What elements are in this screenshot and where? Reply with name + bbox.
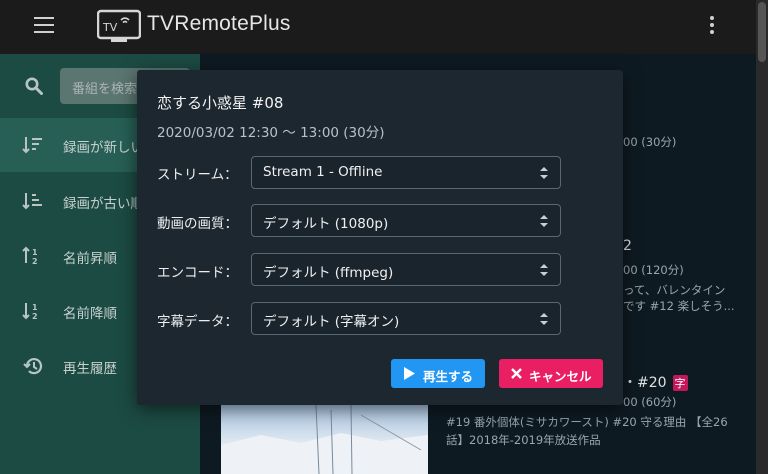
list-item-title-text: ・#20 xyxy=(623,375,667,391)
menu-icon[interactable] xyxy=(34,17,54,33)
svg-text:2: 2 xyxy=(32,312,38,321)
search-icon[interactable] xyxy=(25,77,43,95)
more-vert-icon[interactable] xyxy=(708,16,716,36)
quality-select-value: デフォルト (1080p) xyxy=(263,216,389,232)
select-arrows-icon xyxy=(540,167,548,179)
playback-settings-dialog: 恋する小惑星 #08 2020/03/02 12:30 〜 13:00 (30分… xyxy=(137,70,623,405)
quality-label: 動画の画質： xyxy=(157,216,238,232)
subtitle-select-value: デフォルト (字幕オン) xyxy=(263,314,400,330)
cancel-button-label: キャンセル xyxy=(529,369,592,384)
select-arrows-icon xyxy=(540,264,548,276)
select-arrows-icon xyxy=(540,215,548,227)
encoder-select[interactable]: デフォルト (ffmpeg) xyxy=(251,253,561,286)
scrollbar-thumb[interactable] xyxy=(758,2,766,62)
top-app-bar: TV TVRemotePlus xyxy=(0,0,768,54)
encoder-label: エンコード： xyxy=(157,265,238,281)
list-item-desc: です #12 楽しそう... xyxy=(623,299,735,313)
sort-name-desc-icon: 1 2 xyxy=(22,303,38,321)
sort-ascending-icon xyxy=(22,193,42,210)
list-item-title: 2 xyxy=(623,238,632,254)
encoder-select-value: デフォルト (ffmpeg) xyxy=(263,265,394,281)
svg-text:1: 1 xyxy=(32,248,38,257)
scrollbar[interactable] xyxy=(756,0,768,474)
sidebar-item-label: 名前昇順 xyxy=(63,251,117,267)
quality-select[interactable]: デフォルト (1080p) xyxy=(251,204,561,237)
play-button[interactable]: 再生する xyxy=(391,359,485,388)
sidebar-item-label: 再生履歴 xyxy=(63,361,117,377)
stream-select[interactable]: Stream 1 - Offline xyxy=(251,156,561,189)
dialog-broadcast-time: 2020/03/02 12:30 〜 13:00 (30分) xyxy=(157,125,385,141)
stream-label: ストリーム： xyxy=(157,167,238,183)
select-arrows-icon xyxy=(540,313,548,325)
play-button-label: 再生する xyxy=(423,369,474,384)
stream-select-value: Stream 1 - Offline xyxy=(263,164,383,180)
list-item-desc: って、バレンタイン xyxy=(623,283,726,297)
sort-name-asc-icon: 1 2 xyxy=(22,246,38,266)
subtitle-label: 字幕データ： xyxy=(157,314,238,330)
logo-badge-text: TV xyxy=(102,21,118,34)
list-item-meta: 00 (120分) xyxy=(623,263,684,277)
list-item-meta: 00 (30分) xyxy=(623,135,677,149)
list-item-desc: 話】2018年-2019年放送作品 xyxy=(446,433,601,447)
sidebar-item-label: 録画が古い順 xyxy=(63,196,144,212)
sidebar-item-label: 名前降順 xyxy=(63,306,117,322)
list-item-meta: 00 (60分) xyxy=(623,395,677,409)
svg-text:1: 1 xyxy=(32,303,38,312)
subtitle-badge: 字 xyxy=(672,375,688,391)
sort-descending-icon xyxy=(22,137,42,154)
close-icon xyxy=(511,368,522,379)
svg-text:2: 2 xyxy=(32,257,38,266)
play-icon xyxy=(404,367,415,380)
history-icon xyxy=(23,358,43,375)
thumbnail-scene xyxy=(221,405,428,474)
list-item-desc: #19 番外個体(ミサカワースト) #20 守る理由 【全26 xyxy=(446,415,728,429)
tv-logo-icon: TV xyxy=(97,9,141,42)
program-thumbnail[interactable] xyxy=(221,405,428,474)
subtitle-select[interactable]: デフォルト (字幕オン) xyxy=(251,302,561,335)
app-title: TVRemotePlus xyxy=(147,12,291,35)
dialog-title: 恋する小惑星 #08 xyxy=(157,94,284,112)
list-item-title: ・#20 字 xyxy=(623,372,688,392)
cancel-button[interactable]: キャンセル xyxy=(499,359,603,388)
